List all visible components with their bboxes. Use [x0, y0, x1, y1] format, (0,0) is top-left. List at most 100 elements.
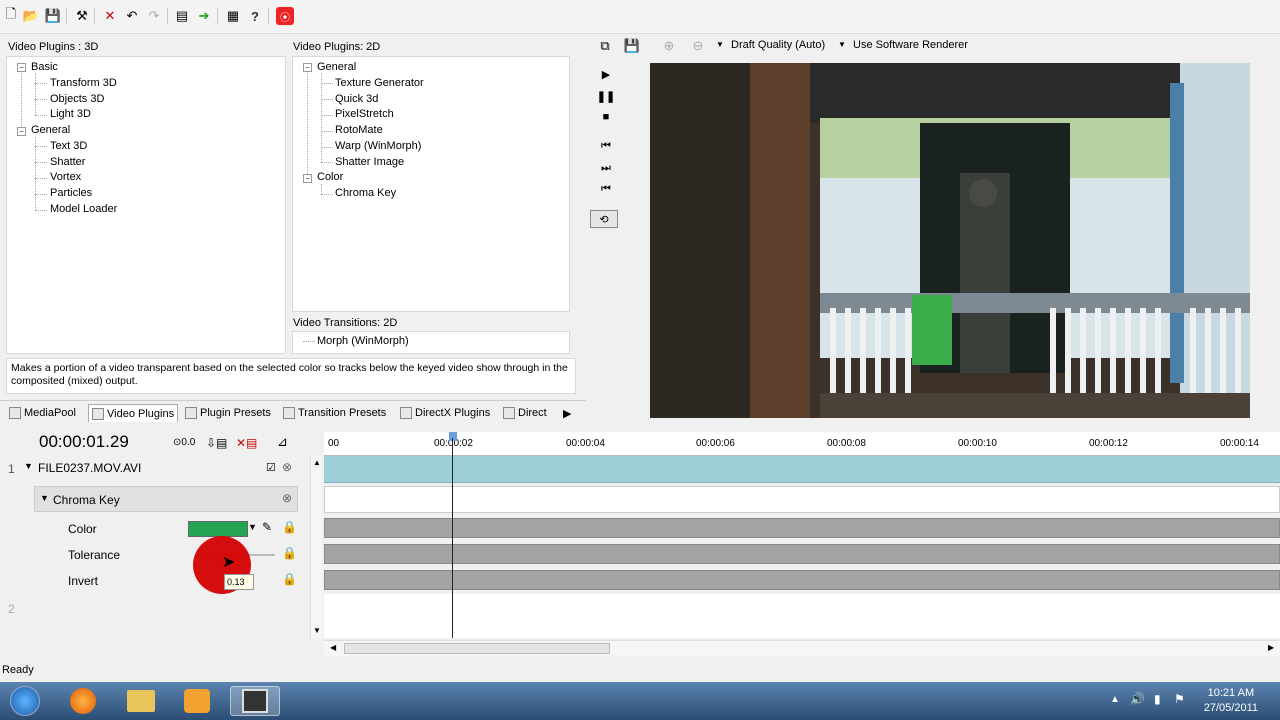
tab-direct[interactable]: Direct — [500, 404, 550, 422]
pause-icon[interactable]: ❚❚ — [597, 88, 615, 104]
next-frame-icon[interactable]: ⏭ — [598, 160, 614, 176]
copy-icon[interactable]: ⧉ — [596, 37, 614, 55]
open-icon[interactable]: 📂 — [22, 7, 40, 25]
eyedropper-icon[interactable]: ✎ — [262, 520, 272, 534]
to-start-icon[interactable]: ⏮ — [598, 181, 614, 197]
effect-name[interactable]: Chroma Key — [53, 493, 120, 507]
tree-item-transform-3d[interactable]: Transform 3D — [50, 77, 117, 89]
save-icon[interactable]: 💾 — [44, 7, 62, 25]
collapse-icon[interactable]: − — [17, 127, 26, 136]
track-enable-icon[interactable]: ☑ — [266, 461, 276, 474]
save-frame-icon[interactable]: 💾 — [623, 37, 641, 55]
renderer-dropdown-icon[interactable]: ▼ — [838, 40, 846, 49]
scroll-down-icon[interactable]: ▼ — [313, 626, 321, 635]
stop-icon[interactable]: ■ — [598, 109, 614, 125]
tree-group-general[interactable]: General — [31, 124, 70, 136]
tree-item-model-loader[interactable]: Model Loader — [50, 203, 117, 215]
lock-icon[interactable]: 🔒 — [282, 520, 297, 534]
render-icon[interactable]: ▤ — [173, 7, 191, 25]
tray-arrow-icon[interactable]: ▲ — [1110, 694, 1120, 705]
quality-select[interactable]: Draft Quality (Auto) — [731, 39, 825, 51]
track-scrollbar[interactable]: ▲ ▼ — [310, 456, 322, 638]
tree-group-color[interactable]: Color — [317, 171, 343, 183]
invert-keyframe-lane[interactable] — [324, 570, 1280, 590]
network-icon[interactable]: ▮ — [1154, 692, 1161, 706]
start-button[interactable] — [0, 686, 50, 716]
zoom-in-icon[interactable]: ⊕ — [660, 37, 678, 55]
tree-item-quick-3d[interactable]: Quick 3d — [335, 93, 378, 105]
redo-icon[interactable]: ↷ — [145, 7, 163, 25]
collapse-icon[interactable]: − — [303, 63, 312, 72]
clip-lane[interactable] — [324, 456, 1280, 483]
renderer-select[interactable]: Use Software Renderer — [853, 39, 968, 51]
expand-effect-icon[interactable]: ▼ — [40, 493, 49, 503]
loop-icon[interactable]: ⟲ — [590, 210, 618, 228]
scroll-left-icon[interactable]: ◀ — [330, 643, 336, 652]
tab-plugin-presets[interactable]: Plugin Presets — [182, 404, 274, 422]
tab-scroll-right-icon[interactable]: ▶ — [560, 404, 574, 422]
scroll-up-icon[interactable]: ▲ — [313, 458, 321, 467]
effect-lane[interactable] — [324, 486, 1280, 513]
tree-item-chroma-key[interactable]: Chroma Key — [335, 187, 396, 199]
tab-video-plugins[interactable]: Video Plugins — [88, 404, 179, 422]
track-properties-icon[interactable]: ⊿ — [277, 434, 288, 450]
tree-item-morph-winmorph[interactable]: Morph (WinMorph) — [317, 335, 409, 347]
video-editor-app-icon[interactable] — [230, 686, 280, 716]
volume-icon[interactable]: 🔊 — [1130, 692, 1145, 706]
expand-track-icon[interactable]: ▼ — [24, 461, 33, 471]
tree-item-particles[interactable]: Particles — [50, 187, 92, 199]
tree-item-light-3d[interactable]: Light 3D — [50, 108, 91, 120]
clock[interactable]: 10:21 AM 27/05/2011 — [1204, 686, 1258, 716]
tree-item-text-3d[interactable]: Text 3D — [50, 140, 87, 152]
collapse-icon[interactable]: − — [303, 174, 312, 183]
timeline-ruler[interactable]: 00 00:00:02 00:00:04 00:00:06 00:00:08 0… — [324, 432, 1280, 456]
zoom-out-icon[interactable]: ⊖ — [689, 37, 707, 55]
empty-lane[interactable] — [324, 594, 1280, 638]
speed-control[interactable]: ⊙0.0 — [173, 437, 195, 448]
delete-icon[interactable]: ✕ — [101, 7, 119, 25]
tree-item-texture-generator[interactable]: Texture Generator — [335, 77, 424, 89]
delete-track-icon[interactable]: ✕▤ — [236, 436, 257, 450]
tree-group-basic[interactable]: Basic — [31, 61, 58, 73]
tree-item-objects-3d[interactable]: Objects 3D — [50, 93, 104, 105]
collapse-icon[interactable]: − — [17, 63, 26, 72]
tree-item-shatter[interactable]: Shatter — [50, 156, 85, 168]
playhead[interactable] — [452, 438, 453, 638]
add-track-icon[interactable]: ⇩▤ — [206, 436, 227, 450]
wand-icon[interactable]: ⚒ — [73, 7, 91, 25]
record-icon[interactable]: ⦿ — [276, 7, 294, 25]
color-dropdown-icon[interactable]: ▼ — [248, 522, 257, 532]
quality-dropdown-icon[interactable]: ▼ — [716, 40, 724, 49]
play-icon[interactable]: ▶ — [598, 66, 614, 82]
timeline-scrollbar[interactable]: ◀ ▶ — [324, 640, 1280, 656]
remove-track-icon[interactable]: ⊗ — [282, 460, 292, 474]
prev-frame-icon[interactable]: ⏮ — [598, 138, 614, 154]
scroll-right-icon[interactable]: ▶ — [1268, 643, 1274, 652]
tree-item-warp-winmorph[interactable]: Warp (WinMorph) — [335, 140, 421, 152]
lock-icon[interactable]: 🔒 — [282, 546, 297, 560]
playhead-marker-icon[interactable] — [449, 432, 457, 441]
tree-item-pixelstretch[interactable]: PixelStretch — [335, 108, 394, 120]
tab-directx-plugins[interactable]: DirectX Plugins — [397, 404, 493, 422]
new-icon[interactable]: 🗋 — [2, 6, 20, 25]
color-swatch[interactable] — [188, 521, 248, 537]
go-icon[interactable]: ➔ — [195, 7, 213, 25]
firefox-icon[interactable] — [58, 686, 108, 716]
remove-effect-icon[interactable]: ⊗ — [282, 491, 292, 505]
help-icon[interactable]: ? — [246, 7, 264, 25]
tab-mediapool[interactable]: MediaPool — [6, 404, 79, 422]
tree-item-rotomate[interactable]: RotoMate — [335, 124, 383, 136]
tree-group-general-2d[interactable]: General — [317, 61, 356, 73]
tree-item-vortex[interactable]: Vortex — [50, 171, 81, 183]
undo-icon[interactable]: ↶ — [123, 7, 141, 25]
lock-icon[interactable]: 🔒 — [282, 572, 297, 586]
tolerance-keyframe-lane[interactable] — [324, 544, 1280, 564]
folder-icon[interactable] — [116, 686, 166, 716]
color-keyframe-lane[interactable] — [324, 518, 1280, 538]
properties-icon[interactable]: ▦ — [224, 7, 242, 25]
tree-item-shatter-image[interactable]: Shatter Image — [335, 156, 404, 168]
tab-transition-presets[interactable]: Transition Presets — [280, 404, 389, 422]
flag-icon[interactable]: ⚑ — [1174, 692, 1185, 706]
media-player-icon[interactable] — [172, 686, 222, 716]
scroll-thumb[interactable] — [344, 643, 610, 654]
